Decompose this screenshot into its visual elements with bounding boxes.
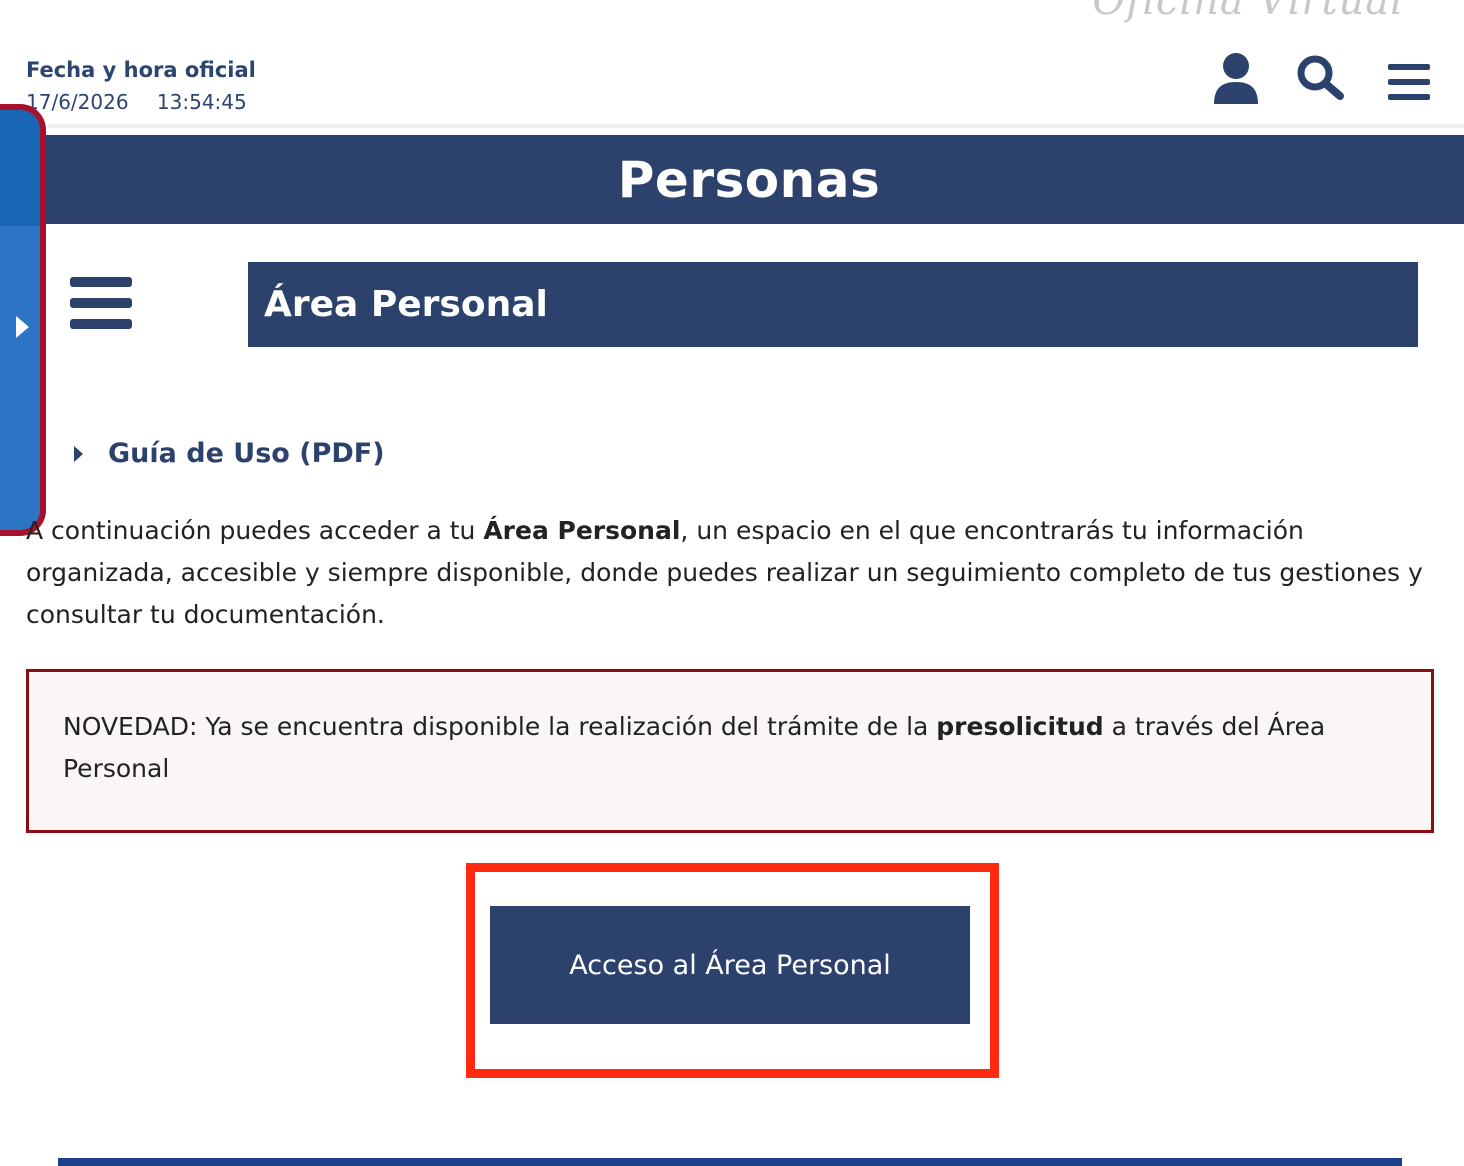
official-time: 13:54:45 xyxy=(156,90,247,114)
side-panel-toggle-top xyxy=(0,110,40,226)
intro-text: A continuación puedes acceder a tu xyxy=(26,516,484,545)
header-divider xyxy=(48,124,1464,128)
search-icon[interactable] xyxy=(1296,54,1346,104)
intro-paragraph: A continuación puedes acceder a tu Área … xyxy=(26,510,1426,636)
official-date: 17/6/2026 xyxy=(26,90,129,114)
banner-title: Personas xyxy=(617,150,881,209)
section-title: Área Personal xyxy=(264,284,548,325)
page-header: Fecha y hora oficial 17/6/2026 13:54:45 xyxy=(0,0,1464,124)
usage-guide-link[interactable]: Guía de Uso (PDF) xyxy=(74,438,385,469)
hamburger-menu-icon[interactable] xyxy=(1388,64,1430,104)
footer-divider xyxy=(58,1158,1402,1166)
official-clock: 17/6/2026 13:54:45 xyxy=(26,90,247,114)
usage-guide-label: Guía de Uso (PDF) xyxy=(108,438,385,469)
side-panel-toggle[interactable] xyxy=(0,104,46,536)
section-banner: Personas xyxy=(44,135,1464,224)
news-notice: NOVEDAD: Ya se encuentra disponible la r… xyxy=(26,669,1434,833)
access-personal-area-button[interactable]: Acceso al Área Personal xyxy=(490,906,970,1024)
intro-bold: Área Personal xyxy=(483,516,681,545)
notice-text: NOVEDAD: Ya se encuentra disponible la r… xyxy=(63,712,937,741)
section-menu-icon[interactable] xyxy=(70,277,132,333)
notice-bold: presolicitud xyxy=(936,712,1104,741)
section-title-bar: Área Personal xyxy=(248,262,1418,347)
caret-right-icon xyxy=(16,316,29,338)
user-icon[interactable] xyxy=(1212,52,1260,108)
official-clock-label: Fecha y hora oficial xyxy=(26,58,256,82)
caret-right-icon xyxy=(74,445,83,462)
